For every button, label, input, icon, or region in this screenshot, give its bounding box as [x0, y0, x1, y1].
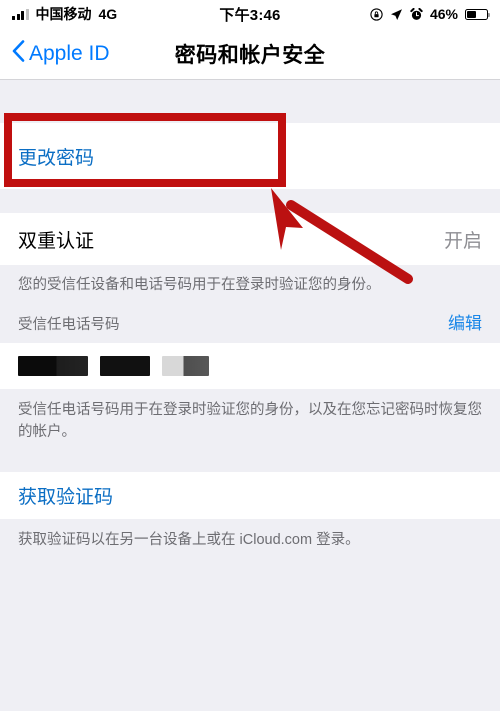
status-bar-right: 46%: [370, 6, 491, 22]
section-spacer-3: [0, 447, 500, 472]
location-arrow-icon: [390, 8, 403, 21]
carrier-label: 中国移动: [35, 6, 92, 22]
two-factor-footer: 您的受信任设备和电话号码用于在登录时验证您的身份。: [18, 277, 381, 293]
two-factor-status-value: 开启: [443, 230, 482, 252]
section-spacer-1: [0, 80, 500, 104]
battery-percent-label: 46%: [429, 6, 458, 22]
verification-code-footer: 获取验证码以在另一台设备上或在 iCloud.com 登录。: [18, 532, 360, 549]
iphone-screen: 中国移动 4G 下午3:46 46% Apple ID 密码和帐户安全 更改密码…: [0, 0, 500, 711]
back-button[interactable]: Apple ID: [12, 39, 110, 68]
change-password-label: 更改密码: [18, 147, 95, 169]
rotation-lock-icon: [370, 7, 383, 21]
alarm-clock-icon: [410, 7, 423, 21]
section-spacer-1b: [0, 104, 500, 123]
chevron-left-icon: [12, 39, 25, 68]
section-spacer-2: [0, 189, 500, 213]
trusted-numbers-footer: 受信任电话号码用于在登录时验证您的身份，以及在您忘记密码时恢复您的帐户。: [18, 401, 482, 440]
network-type-label: 4G: [98, 6, 118, 22]
battery-icon: [465, 8, 491, 20]
get-verification-code-cell[interactable]: 获取验证码: [0, 472, 500, 520]
redacted-phone-block-1: [18, 355, 88, 376]
redacted-phone-block-2: [100, 355, 150, 376]
get-verification-code-label: 获取验证码: [18, 487, 114, 509]
navigation-bar: Apple ID 密码和帐户安全: [0, 28, 500, 80]
redacted-phone-block-3: [162, 355, 209, 376]
edit-button[interactable]: 编辑: [448, 309, 482, 334]
trusted-phone-row[interactable]: [0, 342, 500, 389]
two-factor-cell[interactable]: 双重认证 开启: [0, 213, 500, 265]
trusted-numbers-header: 受信任电话号码 编辑: [0, 301, 500, 343]
back-button-label: Apple ID: [29, 41, 110, 65]
change-password-cell[interactable]: 更改密码: [0, 123, 500, 189]
signal-bars-icon: [12, 8, 29, 20]
status-bar: 中国移动 4G 下午3:46 46%: [0, 0, 500, 28]
trusted-numbers-header-label: 受信任电话号码: [18, 316, 120, 333]
two-factor-label: 双重认证: [18, 230, 95, 252]
status-bar-left: 中国移动 4G: [12, 4, 117, 24]
